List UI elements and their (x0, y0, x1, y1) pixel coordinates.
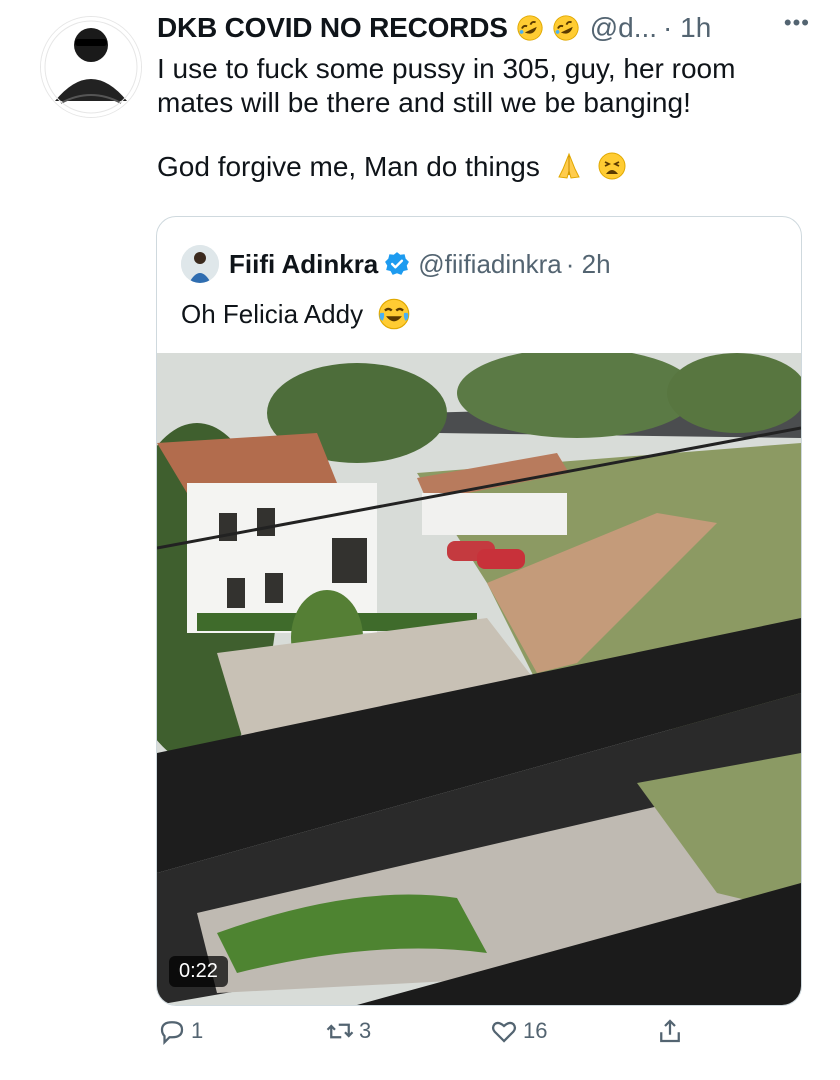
author-name[interactable]: DKB COVID NO RECORDS (157, 12, 508, 44)
quoted-tweet-card[interactable]: Fiifi Adinkra @fiifiadinkra · 2h Oh Feli… (156, 216, 802, 1006)
rofl-emoji-icon (553, 15, 579, 41)
more-options-icon[interactable]: ••• (784, 10, 810, 36)
quoted-tweet-text: Oh Felicia Addy (181, 298, 364, 329)
quoted-tweet-header: Fiifi Adinkra @fiifiadinkra · 2h (181, 245, 611, 283)
avatar-illustration (41, 17, 141, 117)
quoted-author-handle[interactable]: @fiifiadinkra (418, 249, 561, 280)
tweet-text-line: God forgive me, Man do things (157, 151, 540, 182)
tweet-timestamp[interactable]: · 1h (663, 12, 711, 44)
verified-badge-icon (385, 252, 410, 275)
tweet-header: DKB COVID NO RECORDS @d... · 1h ••• (157, 10, 810, 46)
share-button[interactable] (655, 1016, 685, 1046)
tweet-text-line-with-emoji: God forgive me, Man do things (157, 150, 817, 184)
quoted-author-name[interactable]: Fiifi Adinkra (229, 249, 378, 280)
share-icon (660, 1019, 680, 1043)
author-handle[interactable]: @d... (590, 12, 657, 44)
reply-button[interactable]: 1 (157, 1016, 203, 1046)
tweet-text-line: I use to fuck some pussy in 305, guy, he… (157, 53, 736, 84)
retweet-count: 3 (359, 1018, 372, 1043)
video-thumbnail (157, 353, 801, 1005)
retweet-button[interactable]: 3 (325, 1016, 371, 1046)
quoted-avatar-illustration (181, 245, 219, 283)
video-player[interactable]: 0:22 (157, 353, 801, 1005)
tweet-body: I use to fuck some pussy in 305, guy, he… (157, 52, 817, 184)
video-duration: 0:22 (169, 956, 228, 987)
retweet-icon (326, 1023, 354, 1039)
tears-of-joy-emoji-icon (378, 298, 410, 330)
reply-count: 1 (191, 1018, 204, 1043)
tweet-actions: 1 3 16 (157, 1016, 717, 1060)
author-avatar[interactable] (40, 16, 142, 118)
quoted-author-avatar[interactable] (181, 245, 219, 283)
quoted-tweet-body: Oh Felicia Addy (181, 297, 411, 331)
weary-face-emoji-icon (598, 152, 626, 180)
like-button[interactable]: 16 (489, 1016, 547, 1046)
like-count: 16 (523, 1018, 548, 1043)
folded-hands-emoji-icon (557, 152, 580, 179)
quoted-timestamp[interactable]: · 2h (566, 249, 611, 280)
reply-icon (160, 1021, 184, 1045)
rofl-emoji-icon (517, 15, 543, 41)
tweet-text-line: mates will be there and still we be bang… (157, 87, 691, 118)
heart-icon (491, 1021, 517, 1043)
